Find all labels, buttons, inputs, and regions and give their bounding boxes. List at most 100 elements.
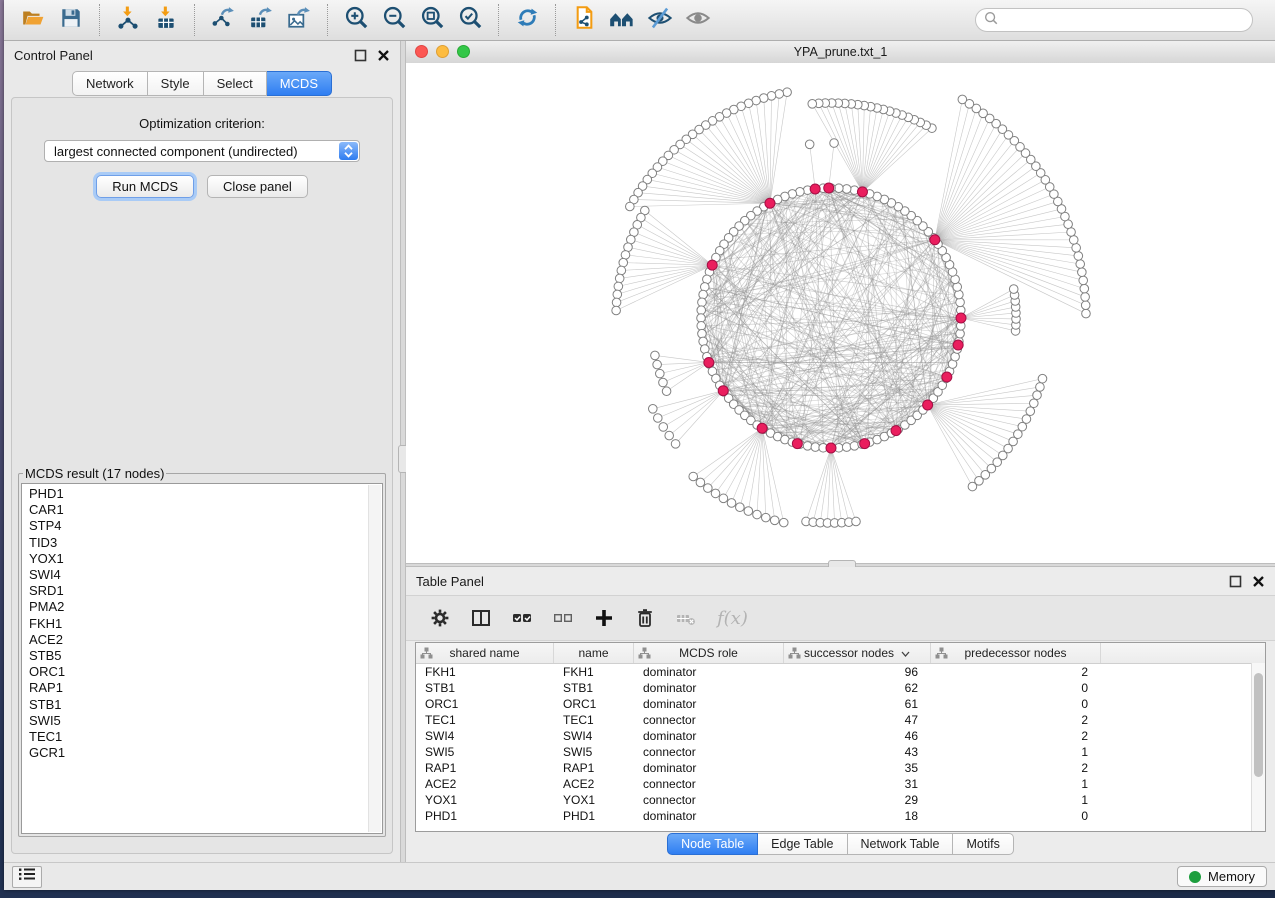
tab-node-table[interactable]: Node Table	[667, 833, 758, 855]
hide-graphics-details-button[interactable]	[641, 3, 679, 37]
mcds-result-item[interactable]: ORC1	[29, 664, 382, 680]
close-window-icon[interactable]	[415, 45, 428, 58]
run-mcds-button[interactable]: Run MCDS	[96, 175, 194, 198]
table-cell[interactable]: ORC1	[554, 697, 634, 711]
table-cell[interactable]: 47	[784, 713, 931, 727]
table-row[interactable]: PHD1PHD1dominator180	[416, 808, 1265, 824]
mcds-result-item[interactable]: STB1	[29, 697, 382, 713]
mcds-result-item[interactable]: GCR1	[29, 745, 382, 761]
table-cell[interactable]: STB1	[416, 681, 554, 695]
table-cell[interactable]: 1	[931, 745, 1101, 759]
network-search-box[interactable]	[975, 8, 1253, 32]
column-header-successor-nodes[interactable]: successor nodes	[784, 643, 931, 663]
export-network-button[interactable]	[204, 3, 242, 37]
column-header-name[interactable]: name	[554, 643, 634, 663]
table-row[interactable]: ACE2ACE2connector311	[416, 776, 1265, 792]
table-row[interactable]: STB1STB1dominator620	[416, 680, 1265, 696]
table-row[interactable]: TEC1TEC1connector472	[416, 712, 1265, 728]
import-network-button[interactable]	[109, 3, 147, 37]
table-cell[interactable]: YOX1	[416, 793, 554, 807]
table-cell[interactable]: 61	[784, 697, 931, 711]
dominator-node[interactable]	[953, 340, 963, 350]
mcds-result-item[interactable]: STP4	[29, 518, 382, 534]
table-cell[interactable]: RAP1	[416, 761, 554, 775]
zoom-fit-button[interactable]	[413, 3, 451, 37]
dominator-node[interactable]	[956, 313, 966, 323]
table-cell[interactable]: dominator	[634, 665, 784, 679]
mcds-result-item[interactable]: RAP1	[29, 680, 382, 696]
table-row[interactable]: FKH1FKH1dominator962	[416, 664, 1265, 680]
mcds-result-item[interactable]: FKH1	[29, 616, 382, 632]
table-cell[interactable]: connector	[634, 777, 784, 791]
close-panel-button[interactable]: Close panel	[207, 175, 308, 198]
column-header-mcds-role[interactable]: MCDS role	[634, 643, 784, 663]
table-cell[interactable]: 29	[784, 793, 931, 807]
table-cell[interactable]: PHD1	[416, 809, 554, 823]
open-session-button[interactable]	[14, 3, 52, 37]
zoom-out-button[interactable]	[375, 3, 413, 37]
float-panel-icon[interactable]	[1229, 575, 1242, 588]
scrollbar-thumb[interactable]	[1254, 673, 1263, 777]
dominator-node[interactable]	[942, 372, 952, 382]
table-cell[interactable]: 18	[784, 809, 931, 823]
table-cell[interactable]: ACE2	[416, 777, 554, 791]
table-cell[interactable]: ACE2	[554, 777, 634, 791]
minimize-window-icon[interactable]	[436, 45, 449, 58]
table-cell[interactable]: ORC1	[416, 697, 554, 711]
dominator-node[interactable]	[757, 423, 767, 433]
mcds-result-item[interactable]: TID3	[29, 535, 382, 551]
mcds-result-item[interactable]: TEC1	[29, 729, 382, 745]
mcds-result-item[interactable]: SWI4	[29, 567, 382, 583]
show-column-panel-button[interactable]	[469, 606, 493, 630]
table-cell[interactable]: TEC1	[416, 713, 554, 727]
deselect-all-columns-button[interactable]	[551, 606, 575, 630]
table-cell[interactable]: SWI4	[554, 729, 634, 743]
maximize-window-icon[interactable]	[457, 45, 470, 58]
mcds-result-item[interactable]: PMA2	[29, 599, 382, 615]
dominator-node[interactable]	[860, 439, 870, 449]
mcds-result-item[interactable]: PHD1	[29, 486, 382, 502]
dominator-node[interactable]	[891, 426, 901, 436]
mcds-result-item[interactable]: SRD1	[29, 583, 382, 599]
tab-select[interactable]: Select	[204, 71, 267, 96]
table-cell[interactable]: FKH1	[554, 665, 634, 679]
column-menu-chevron-icon[interactable]	[901, 646, 910, 660]
table-cell[interactable]: dominator	[634, 729, 784, 743]
table-cell[interactable]: 31	[784, 777, 931, 791]
dominator-node[interactable]	[923, 400, 933, 410]
network-canvas[interactable]	[406, 63, 1275, 563]
close-panel-icon[interactable]	[1252, 575, 1265, 588]
table-cell[interactable]: 0	[931, 697, 1101, 711]
table-cell[interactable]: 2	[931, 729, 1101, 743]
delete-column-button[interactable]	[633, 606, 657, 630]
table-cell[interactable]: STB1	[554, 681, 634, 695]
table-row[interactable]: ORC1ORC1dominator610	[416, 696, 1265, 712]
table-cell[interactable]: 2	[931, 761, 1101, 775]
search-input[interactable]	[999, 12, 1245, 28]
table-cell[interactable]: dominator	[634, 697, 784, 711]
table-cell[interactable]: dominator	[634, 809, 784, 823]
zoom-selected-button[interactable]	[451, 3, 489, 37]
table-cell[interactable]: SWI4	[416, 729, 554, 743]
dominator-node[interactable]	[826, 443, 836, 453]
apply-layout-button[interactable]	[508, 3, 546, 37]
table-row[interactable]: SWI4SWI4dominator462	[416, 728, 1265, 744]
tab-motifs[interactable]: Motifs	[953, 833, 1013, 855]
mcds-result-item[interactable]: CAR1	[29, 502, 382, 518]
float-panel-icon[interactable]	[354, 49, 367, 62]
table-cell[interactable]: 1	[931, 777, 1101, 791]
table-cell[interactable]: connector	[634, 745, 784, 759]
table-cell[interactable]: dominator	[634, 761, 784, 775]
tab-network-table[interactable]: Network Table	[848, 833, 954, 855]
table-cell[interactable]: FKH1	[416, 665, 554, 679]
export-image-button[interactable]	[280, 3, 318, 37]
dominator-node[interactable]	[792, 439, 802, 449]
dominator-node[interactable]	[718, 386, 728, 396]
tab-mcds[interactable]: MCDS	[267, 71, 332, 96]
dominator-node[interactable]	[707, 260, 717, 270]
table-row[interactable]: RAP1RAP1dominator352	[416, 760, 1265, 776]
network-document-button[interactable]	[565, 3, 603, 37]
close-panel-icon[interactable]	[377, 49, 390, 62]
tab-network[interactable]: Network	[72, 71, 148, 96]
dominator-node[interactable]	[704, 357, 714, 367]
